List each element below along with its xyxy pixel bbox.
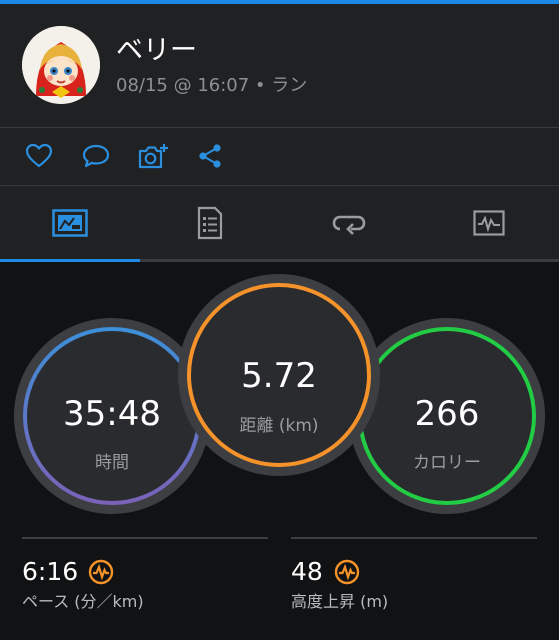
heart-icon: [25, 143, 53, 168]
comment-icon: [82, 144, 110, 168]
like-button[interactable]: [22, 140, 56, 172]
distance-value: 5.72: [241, 356, 317, 396]
share-button[interactable]: [193, 140, 227, 172]
activity-meta: 08/15 @ 16:07 • ラン: [116, 75, 308, 96]
distance-ring: 5.72 距離 (km): [178, 274, 380, 476]
tab-stats[interactable]: [0, 186, 140, 260]
pace-value: 6:16: [22, 557, 79, 586]
elevation-value: 48: [291, 557, 323, 586]
tab-charts[interactable]: [419, 186, 559, 260]
activity-header: ベリー 08/15 @ 16:07 • ラン: [0, 4, 559, 127]
elevation-label: 高度上昇 (m): [291, 592, 389, 611]
summary-divider: [291, 537, 537, 539]
add-photo-button[interactable]: [136, 140, 170, 172]
elevation-activity-icon[interactable]: [334, 559, 360, 585]
details-icon: [197, 206, 222, 240]
action-bar: [0, 128, 559, 184]
pace-label: ペース (分／km): [22, 592, 144, 611]
tab-details[interactable]: [140, 186, 280, 260]
user-name[interactable]: ベリー: [116, 34, 197, 68]
comment-button[interactable]: [79, 140, 113, 172]
laps-icon: [333, 215, 366, 235]
stats-icon: [52, 209, 88, 237]
add-photo-icon: [138, 144, 168, 169]
charts-icon: [473, 210, 505, 236]
avatar[interactable]: [22, 26, 100, 104]
pace-activity-icon[interactable]: [88, 559, 114, 585]
tab-bar: [0, 186, 559, 262]
tab-laps[interactable]: [280, 186, 420, 260]
summary-divider: [22, 537, 268, 539]
distance-label: 距離 (km): [239, 416, 319, 436]
share-icon: [199, 144, 221, 168]
